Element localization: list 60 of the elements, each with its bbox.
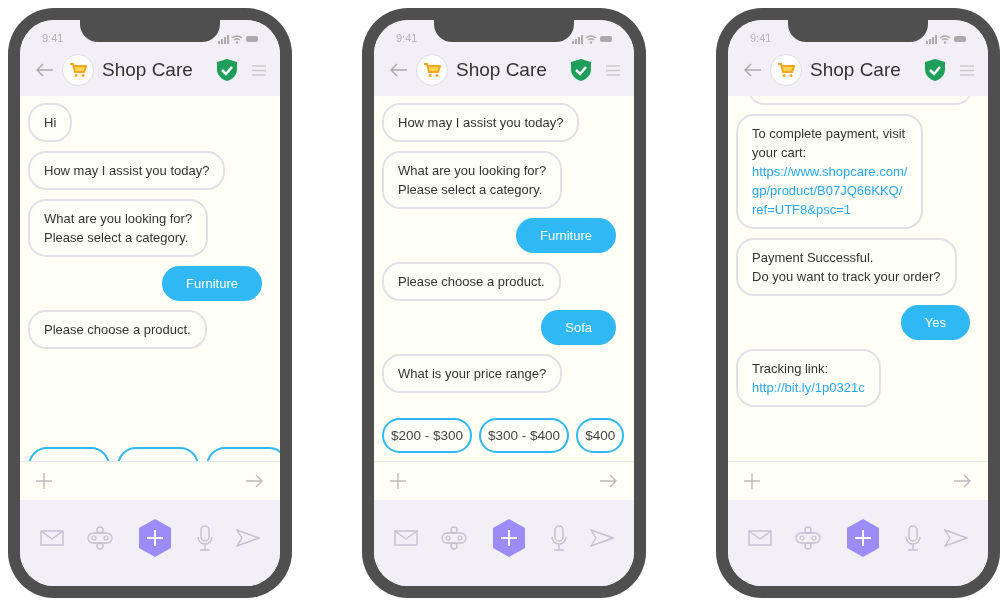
back-arrow-icon[interactable] (36, 63, 54, 77)
user-message: Furniture (515, 218, 616, 253)
menu-icon[interactable] (252, 64, 266, 76)
status-icons (218, 34, 258, 44)
status-time: 9:41 (750, 32, 772, 44)
status-icons (926, 34, 966, 44)
gamepad-icon[interactable] (87, 526, 114, 550)
arrow-right-icon[interactable] (954, 474, 972, 488)
microphone-icon[interactable] (196, 525, 213, 551)
plus-icon[interactable] (390, 473, 406, 489)
plus-icon[interactable] (36, 473, 52, 489)
chat-title: Shop Care (456, 59, 548, 81)
quick-reply-chip[interactable]: $200 - $300 (382, 418, 473, 453)
message-text: How may I assist you today? (44, 162, 210, 180)
chat-title: Shop Care (810, 59, 902, 81)
message-text: What are you looking for? Please select a category. (398, 162, 547, 199)
arrow-right-icon[interactable] (600, 474, 618, 488)
menu-icon[interactable] (960, 64, 974, 76)
user-message: Furniture (161, 266, 262, 301)
cart-avatar (770, 54, 802, 86)
send-icon[interactable] (590, 529, 615, 547)
add-hexagon-button[interactable] (137, 518, 173, 558)
gamepad-icon[interactable] (441, 526, 468, 550)
message-text: Tracking link: (752, 360, 830, 378)
mail-icon[interactable] (747, 530, 772, 546)
message-text: How may I assist you today? (398, 114, 564, 132)
back-arrow-icon[interactable] (744, 63, 762, 77)
menu-icon[interactable] (606, 64, 620, 76)
mail-icon[interactable] (393, 530, 418, 546)
message-text: Payment Successful. Do you want to track your order? (752, 249, 941, 286)
add-hexagon-button[interactable] (845, 518, 881, 558)
message-text: Please choose a product. (398, 273, 545, 291)
status-icons (572, 34, 612, 44)
send-icon[interactable] (236, 529, 261, 547)
cart-avatar (416, 54, 448, 86)
microphone-icon[interactable] (550, 525, 567, 551)
arrow-right-icon[interactable] (246, 474, 264, 488)
user-message: Sofa (541, 310, 616, 345)
send-icon[interactable] (944, 529, 969, 547)
message-text: What is your price range? (398, 365, 547, 383)
verified-shield-icon (570, 58, 592, 82)
verified-shield-icon (216, 58, 238, 82)
message-text: What are you looking for? Please select a category. (44, 210, 193, 247)
cart-avatar (62, 54, 94, 86)
gamepad-icon[interactable] (795, 526, 822, 550)
add-hexagon-button[interactable] (491, 518, 527, 558)
microphone-icon[interactable] (904, 525, 921, 551)
chat-title: Shop Care (102, 59, 194, 81)
status-time: 9:41 (396, 32, 418, 44)
user-message: Yes (900, 305, 970, 340)
message-text: To complete payment, visit your cart: (752, 125, 907, 162)
back-arrow-icon[interactable] (390, 63, 408, 77)
message-text: Please choose a product. (44, 321, 191, 339)
quick-reply-chip[interactable]: $300 - $400 (479, 418, 570, 453)
quick-reply-chip[interactable]: $400 (576, 418, 625, 453)
message-text: Hi (44, 114, 57, 132)
mail-icon[interactable] (39, 530, 64, 546)
verified-shield-icon (924, 58, 946, 82)
status-time: 9:41 (42, 32, 64, 44)
plus-icon[interactable] (744, 473, 760, 489)
